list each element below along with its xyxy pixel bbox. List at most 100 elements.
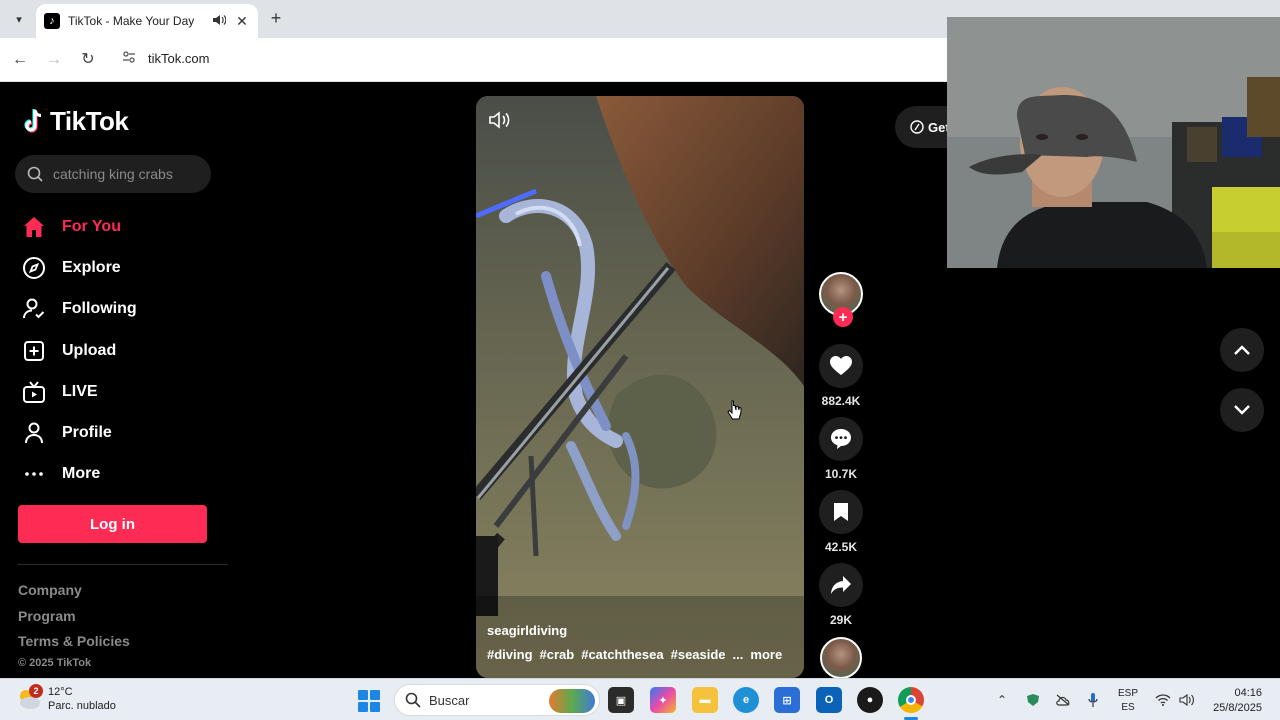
speaker-icon[interactable] <box>212 14 227 29</box>
tab-list-chevron-icon[interactable]: ▾ <box>8 8 30 30</box>
reload-icon[interactable]: ↻ <box>78 50 98 70</box>
compass-icon <box>22 256 46 280</box>
app-link-icon <box>910 120 924 134</box>
home-icon <box>22 215 46 239</box>
save-button[interactable] <box>819 490 863 534</box>
taskbar-search[interactable]: Buscar <box>394 684 600 716</box>
edge-browser-icon[interactable]: e <box>733 687 759 713</box>
input-language[interactable]: ESP ES <box>1114 687 1142 715</box>
creator-avatar-small[interactable] <box>820 637 862 679</box>
wifi-icon[interactable] <box>1154 687 1172 713</box>
sidebar-item-following[interactable]: Following <box>22 289 222 330</box>
bookmark-icon <box>834 503 848 521</box>
weather-desc: Parc. nublado <box>48 700 116 712</box>
previous-video-button[interactable] <box>1220 328 1264 372</box>
cloud-offline-icon[interactable] <box>1054 687 1072 713</box>
hashtag-link[interactable]: #seaside <box>671 647 726 662</box>
comment-icon <box>831 429 851 449</box>
sidebar-item-profile[interactable]: Profile <box>22 412 222 453</box>
video-player[interactable]: seagirldiving #diving #crab #catchthesea… <box>476 96 804 678</box>
sidebar-item-more[interactable]: More <box>22 454 222 495</box>
chrome-icon[interactable] <box>898 687 924 713</box>
sidebar-nav: For You Explore Following Upload LIVE Pr… <box>22 206 222 495</box>
heart-icon <box>830 356 852 375</box>
comment-button[interactable] <box>819 417 863 461</box>
save-count: 42.5K <box>824 540 858 554</box>
site-info-icon[interactable] <box>120 50 138 70</box>
video-actions: + 882.4K 10.7K 42.5K 29K <box>818 272 864 627</box>
weather-badge: 2 <box>29 684 43 698</box>
get-app-button[interactable]: Get <box>895 106 955 148</box>
video-hashtags: #diving #crab #catchthesea #seaside ... … <box>487 647 782 662</box>
search-input[interactable]: catching king crabs <box>15 155 211 193</box>
login-button[interactable]: Log in <box>18 505 207 543</box>
weather-widget[interactable]: 2 12°C Parc. nublado <box>16 684 116 713</box>
sidebar-item-label: Following <box>62 300 137 318</box>
clock-time: 04:16 <box>1234 687 1262 699</box>
sidebar-item-label: LIVE <box>62 382 98 400</box>
sidebar-item-label: Profile <box>62 424 112 442</box>
following-icon <box>22 297 46 321</box>
like-count: 882.4K <box>821 394 861 408</box>
volume-icon[interactable] <box>488 110 512 130</box>
sidebar-item-label: Explore <box>62 258 121 276</box>
microsoft-store-icon[interactable]: ⊞ <box>774 687 800 713</box>
system-clock[interactable]: 04:16 25/8/2025 <box>1200 686 1262 716</box>
share-action: 29K <box>818 563 864 627</box>
tab-title: TikTok - Make Your Day <box>68 14 195 28</box>
caption-more-link[interactable]: more <box>750 647 782 662</box>
forward-arrow-icon[interactable]: → <box>44 50 64 70</box>
back-arrow-icon[interactable]: ← <box>10 50 30 70</box>
footer-link-company[interactable]: Company <box>18 582 130 608</box>
windows-start-icon[interactable] <box>358 690 380 712</box>
caption-ellipsis: ... <box>732 647 744 662</box>
sidebar-item-live[interactable]: LIVE <box>22 371 222 412</box>
search-value: catching king crabs <box>53 166 173 182</box>
clock-date: 25/8/2025 <box>1213 702 1262 714</box>
comment-action: 10.7K <box>818 417 864 481</box>
video-author[interactable]: seagirldiving <box>487 623 567 638</box>
like-button[interactable] <box>819 344 863 388</box>
footer-links: Company Program Terms & Policies <box>18 582 130 659</box>
profile-icon <box>22 421 46 445</box>
address-bar[interactable]: tikTok.com <box>148 51 209 66</box>
tiktok-logo[interactable]: TikTok <box>22 106 129 137</box>
new-tab-plus-icon[interactable]: + <box>266 8 286 29</box>
share-count: 29K <box>829 613 852 627</box>
chevron-up-icon <box>1234 345 1250 355</box>
tray-expand-chevron-icon[interactable]: ⌃ <box>994 687 1010 713</box>
creator-avatar[interactable]: + <box>819 272 863 327</box>
cloud-sun-icon: 2 <box>16 684 43 712</box>
next-video-button[interactable] <box>1220 388 1264 432</box>
file-explorer-icon[interactable]: ▬ <box>692 687 718 713</box>
lang-line-1: ESP <box>1117 688 1138 699</box>
tab-close-icon[interactable]: ✕ <box>234 13 250 30</box>
footer-link-terms[interactable]: Terms & Policies <box>18 633 130 659</box>
hashtag-link[interactable]: #crab <box>540 647 575 662</box>
browser-tab[interactable]: ♪ TikTok - Make Your Day ✕ <box>36 4 258 38</box>
sidebar-item-upload[interactable]: Upload <box>22 330 222 371</box>
taskbar-search-label: Buscar <box>429 692 470 708</box>
game-app-icon[interactable]: ● <box>857 687 883 713</box>
hashtag-link[interactable]: #diving <box>487 647 533 662</box>
webcam-overlay <box>947 17 1280 268</box>
chevron-down-icon <box>1234 405 1250 415</box>
save-action: 42.5K <box>818 490 864 554</box>
sidebar-item-label: Upload <box>62 341 117 359</box>
sidebar-item-explore[interactable]: Explore <box>22 247 222 288</box>
copilot-icon[interactable]: ✦ <box>650 687 676 713</box>
footer-link-program[interactable]: Program <box>18 608 130 634</box>
follow-plus-icon[interactable]: + <box>833 307 853 327</box>
search-icon <box>27 166 43 182</box>
share-button[interactable] <box>819 563 863 607</box>
tray-shield-icon[interactable] <box>1024 687 1042 713</box>
more-icon <box>22 462 46 486</box>
logo-text: TikTok <box>50 106 129 136</box>
outlook-icon[interactable]: O <box>816 687 842 713</box>
like-action: 882.4K <box>818 344 864 408</box>
sidebar-item-for-you[interactable]: For You <box>22 206 222 247</box>
hashtag-link[interactable]: #catchthesea <box>581 647 663 662</box>
volume-tray-icon[interactable] <box>1178 687 1196 713</box>
microphone-icon[interactable] <box>1084 687 1102 713</box>
task-view-icon[interactable]: ▣ <box>608 687 634 713</box>
